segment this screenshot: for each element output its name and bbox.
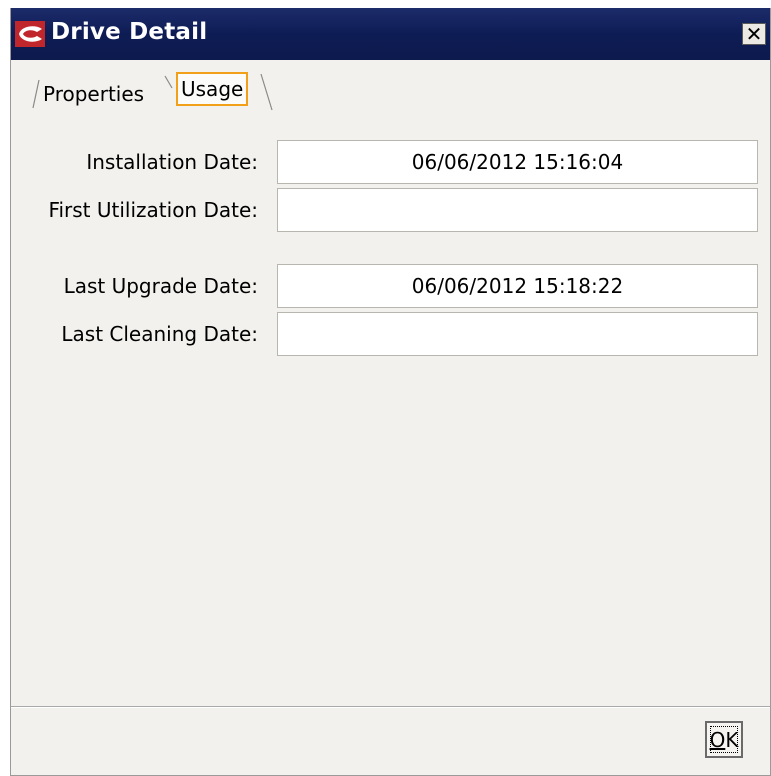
drive-detail-dialog: Drive Detail ✕ Properties Usage Installa… <box>10 8 771 776</box>
ok-button-mnemonic: O <box>709 727 726 752</box>
tab-strip: Properties Usage <box>11 60 770 114</box>
last-upgrade-date-field[interactable]: 06/06/2012 15:18:22 <box>277 264 758 308</box>
first-utilization-date-field[interactable] <box>277 188 758 232</box>
ok-button-label: K <box>725 727 739 752</box>
installation-date-field[interactable]: 06/06/2012 15:16:04 <box>277 140 758 184</box>
title-bar[interactable]: Drive Detail ✕ <box>11 8 770 60</box>
installation-date-label: Installation Date: <box>86 150 258 174</box>
first-utilization-date-label: First Utilization Date: <box>48 198 258 222</box>
last-cleaning-date-label: Last Cleaning Date: <box>61 322 258 346</box>
tab-divider-middle <box>164 75 173 89</box>
footer-divider <box>11 706 770 708</box>
usage-panel: Installation Date: 06/06/2012 15:16:04 F… <box>11 114 770 708</box>
last-cleaning-date-field[interactable] <box>277 312 758 356</box>
close-button[interactable]: ✕ <box>742 23 766 45</box>
ok-button[interactable]: OK <box>705 721 743 758</box>
tab-divider-right <box>260 73 273 111</box>
close-icon: ✕ <box>745 22 763 46</box>
tab-usage[interactable]: Usage <box>176 72 249 106</box>
tab-usage-label: Usage <box>181 77 244 101</box>
last-upgrade-date-label: Last Upgrade Date: <box>63 274 258 298</box>
window-title: Drive Detail <box>51 19 208 45</box>
app-logo-icon <box>15 21 45 47</box>
tab-properties[interactable]: Properties <box>35 80 150 108</box>
tab-properties-label: Properties <box>43 82 145 106</box>
